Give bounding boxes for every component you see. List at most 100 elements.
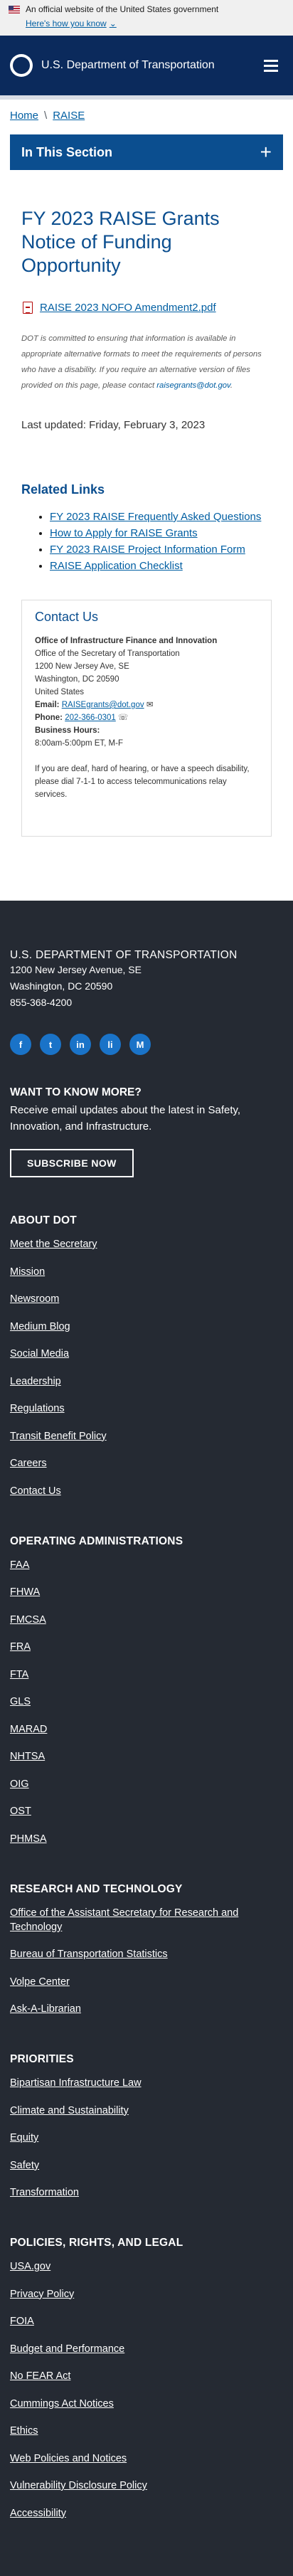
footer-link[interactable]: Bureau of Transportation Statistics (10, 1949, 168, 1960)
footer-link[interactable]: FAA (10, 1559, 29, 1571)
footer-link[interactable]: Medium Blog (10, 1321, 70, 1332)
footer-link[interactable]: Leadership (10, 1376, 61, 1387)
footer-link[interactable]: Careers (10, 1458, 47, 1469)
twitter-icon[interactable]: t (40, 1034, 61, 1055)
site-logo-link[interactable]: U.S. Department of Transportation (10, 54, 215, 77)
contact-email-row: Email: RAISEgrants@dot.gov ✉ (35, 701, 154, 709)
list-item: FY 2023 RAISE Frequently Asked Questions (50, 509, 272, 525)
footer-section: ABOUT DOT Meet the Secretary Mission Newsro… (10, 1214, 283, 1498)
relay-notice: If you are deaf, hard of hearing, or hav… (35, 765, 250, 799)
medium-icon[interactable]: M (129, 1034, 151, 1055)
menu-icon[interactable] (259, 53, 283, 78)
related-link-project-form[interactable]: FY 2023 RAISE Project Information Form (50, 544, 245, 556)
footer-link[interactable]: MARAD (10, 1724, 47, 1735)
footer-link[interactable]: GLS (10, 1696, 31, 1707)
footer-link[interactable]: Social Media (10, 1348, 69, 1359)
footer-link[interactable]: FHWA (10, 1586, 40, 1598)
footer-link[interactable]: NHTSA (10, 1751, 45, 1762)
gov-banner: An official website of the United States… (0, 0, 293, 36)
list-item: Mission (10, 1265, 283, 1279)
related-link-checklist[interactable]: RAISE Application Checklist (50, 560, 183, 572)
footer-link[interactable]: Mission (10, 1266, 45, 1278)
footer-link[interactable]: FOIA (10, 2316, 34, 2327)
contact-phone-link[interactable]: 202-366-0301 (65, 714, 116, 722)
breadcrumb-raise[interactable]: RAISE (53, 110, 85, 122)
footer-link[interactable]: Ask-A-Librarian (10, 2003, 81, 2015)
footer-section-heading: RESEARCH AND TECHNOLOGY (10, 1882, 183, 1895)
footer-link[interactable]: Climate and Sustainability (10, 2105, 129, 2116)
list-item: NHTSA (10, 1749, 283, 1764)
footer-link[interactable]: Equity (10, 2132, 38, 2143)
site-header: U.S. Department of Transportation (0, 36, 293, 100)
know-more-heading: WANT TO KNOW MORE? (10, 1086, 142, 1098)
footer-section: RESEARCH AND TECHNOLOGY Office of the Ass… (10, 1883, 283, 2017)
footer-link[interactable]: Vulnerability Disclosure Policy (10, 2480, 147, 2491)
footer-link[interactable]: Contact Us (10, 1485, 61, 1497)
page-title: FY 2023 RAISE Grants Notice of Funding O… (21, 208, 220, 276)
footer-link[interactable]: Transformation (10, 2187, 79, 2198)
list-item: Accessibility (10, 2506, 283, 2521)
list-item: RAISE Application Checklist (50, 558, 272, 574)
breadcrumb-home[interactable]: Home (10, 110, 38, 122)
footer-link[interactable]: No FEAR Act (10, 2370, 70, 2382)
list-item: FTA (10, 1668, 283, 1682)
footer-link[interactable]: Regulations (10, 1403, 65, 1414)
related-link-how-to-apply[interactable]: How to Apply for RAISE Grants (50, 527, 198, 539)
last-updated: Last updated: Friday, February 3, 2023 (21, 419, 206, 431)
footer-address-1: 1200 New Jersey Avenue, SE (10, 964, 142, 975)
contact-heading: Contact Us (35, 610, 99, 624)
footer-link[interactable]: Newsroom (10, 1293, 59, 1305)
footer-link[interactable]: Web Policies and Notices (10, 2453, 127, 2464)
footer-link[interactable]: Budget and Performance (10, 2343, 124, 2355)
plus-icon: + (260, 141, 272, 163)
footer-link[interactable]: Bipartisan Infrastructure Law (10, 2077, 142, 2089)
list-item: Regulations (10, 1401, 283, 1416)
list-item: PHMSA (10, 1832, 283, 1846)
footer-phone: 855-368-4200 (10, 997, 73, 1008)
footer-link[interactable]: Volpe Center (10, 1976, 70, 1988)
accessibility-notice: DOT is committed to ensuring that inform… (21, 334, 262, 390)
footer-section-heading: OPERATING ADMINISTRATIONS (10, 1535, 183, 1547)
footer-section-heading: POLICIES, RIGHTS, AND LEGAL (10, 2237, 183, 2249)
dot-seal-icon (10, 54, 33, 77)
notice-email-link[interactable]: raisegrants@dot.gov (156, 381, 230, 390)
contact-line: Washington, DC 20590 (35, 675, 119, 684)
list-item: Safety (10, 2158, 283, 2173)
list-item: Cummings Act Notices (10, 2397, 283, 2411)
footer-section: PRIORITIES Bipartisan Infrastructure Law C… (10, 2053, 283, 2200)
footer-link[interactable]: Transit Benefit Policy (10, 1431, 107, 1442)
footer-link[interactable]: Cummings Act Notices (10, 2398, 114, 2410)
subscribe-button[interactable]: SUBSCRIBE NOW (10, 1149, 134, 1177)
nofo-pdf-link[interactable]: RAISE 2023 NOFO Amendment2.pdf (40, 302, 216, 314)
footer-link[interactable]: OIG (10, 1779, 29, 1790)
list-item: Budget and Performance (10, 2342, 283, 2356)
facebook-icon[interactable]: f (10, 1034, 31, 1055)
list-item: FY 2023 RAISE Project Information Form (50, 541, 272, 558)
footer-link[interactable]: OST (10, 1806, 31, 1817)
footer-link[interactable]: Safety (10, 2160, 39, 2171)
related-link-faq[interactable]: FY 2023 RAISE Frequently Asked Questions (50, 511, 261, 523)
hours-label: Business Hours: (35, 726, 100, 735)
footer-link-list: Bipartisan Infrastructure Law Climate and… (10, 2076, 283, 2200)
footer-link[interactable]: USA.gov (10, 2261, 50, 2272)
linkedin-icon[interactable]: li (100, 1034, 121, 1055)
footer-link[interactable]: Privacy Policy (10, 2289, 74, 2300)
footer-link[interactable]: Meet the Secretary (10, 1239, 97, 1250)
contact-line: Office of the Secretary of Transportatio… (35, 650, 180, 658)
footer-link[interactable]: Accessibility (10, 2508, 66, 2519)
in-this-section-toggle[interactable]: In This Section + (10, 134, 283, 170)
footer-link[interactable]: Ethics (10, 2425, 38, 2437)
contact-email-link[interactable]: RAISEgrants@dot.gov (62, 701, 144, 709)
list-item: Volpe Center (10, 1975, 283, 1989)
list-item: OIG (10, 1777, 283, 1791)
us-flag-icon (9, 5, 20, 14)
site-footer: U.S. DEPARTMENT OF TRANSPORTATION 1200 N… (0, 901, 293, 2576)
instagram-icon[interactable]: in (70, 1034, 91, 1055)
contact-line: United States (35, 688, 85, 696)
footer-link[interactable]: FTA (10, 1669, 28, 1680)
footer-link[interactable]: Office of the Assistant Secretary for Re… (10, 1907, 238, 1933)
footer-link[interactable]: FRA (10, 1641, 31, 1653)
footer-link[interactable]: FMCSA (10, 1614, 46, 1626)
footer-link[interactable]: PHMSA (10, 1833, 47, 1845)
how-you-know-link[interactable]: Here's how you know ⌄ (26, 18, 117, 28)
